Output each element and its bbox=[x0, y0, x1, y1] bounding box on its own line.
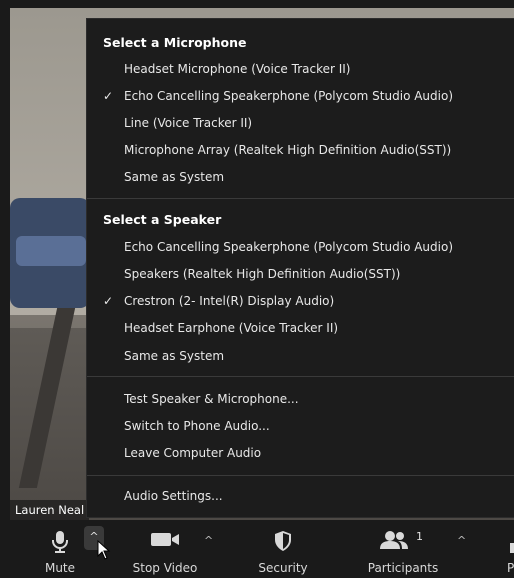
participants-count: 1 bbox=[416, 530, 423, 543]
menu-divider bbox=[87, 198, 514, 199]
speaker-option-label: Speakers (Realtek High Definition Audio(… bbox=[124, 267, 401, 281]
microphone-option[interactable]: Line (Voice Tracker II) bbox=[87, 111, 514, 135]
menu-divider bbox=[87, 376, 514, 377]
stop-video-button[interactable]: Stop Video bbox=[125, 520, 205, 578]
speaker-option[interactable]: Same as System bbox=[87, 344, 514, 368]
audio-settings-item[interactable]: Audio Settings... bbox=[87, 484, 514, 508]
speaker-option-selected[interactable]: ✓ Crestron (2- Intel(R) Display Audio) bbox=[87, 289, 514, 313]
next-toolbar-label: P bbox=[507, 561, 514, 575]
shield-icon bbox=[273, 530, 293, 556]
speaker-option-label: Same as System bbox=[124, 349, 225, 363]
audio-menu: Select a Microphone Headset Microphone (… bbox=[86, 18, 514, 518]
speaker-section-title: Select a Speaker bbox=[103, 212, 222, 227]
security-label: Security bbox=[258, 561, 308, 575]
speaker-option[interactable]: Headset Earphone (Voice Tracker II) bbox=[87, 316, 514, 340]
meeting-toolbar: Mute Stop Video ^ Security 1 Participant… bbox=[0, 520, 514, 578]
microphone-option-label: Line (Voice Tracker II) bbox=[124, 116, 253, 130]
microphone-option-label: Microphone Array (Realtek High Definitio… bbox=[124, 143, 452, 157]
microphone-option-label: Echo Cancelling Speakerphone (Polycom St… bbox=[124, 89, 454, 103]
microphone-option-label: Headset Microphone (Voice Tracker II) bbox=[124, 62, 351, 76]
participant-name-tag: Lauren Neal bbox=[10, 500, 90, 520]
menu-action-label: Audio Settings... bbox=[124, 489, 223, 503]
mute-button[interactable]: Mute bbox=[30, 520, 90, 578]
microphone-option-selected[interactable]: ✓ Echo Cancelling Speakerphone (Polycom … bbox=[87, 84, 514, 108]
speaker-option-label: Echo Cancelling Speakerphone (Polycom St… bbox=[124, 240, 454, 254]
participants-button[interactable]: 1 Participants bbox=[358, 520, 448, 578]
menu-divider bbox=[87, 475, 514, 476]
switch-to-phone-audio-item[interactable]: Switch to Phone Audio... bbox=[87, 414, 514, 438]
stop-video-label: Stop Video bbox=[132, 561, 198, 575]
menu-action-label: Test Speaker & Microphone... bbox=[124, 392, 299, 406]
security-button[interactable]: Security bbox=[248, 520, 318, 578]
microphone-section-title: Select a Microphone bbox=[103, 35, 247, 50]
mute-label: Mute bbox=[44, 561, 76, 575]
microphone-option-label: Same as System bbox=[124, 170, 225, 184]
test-speaker-microphone-item[interactable]: Test Speaker & Microphone... bbox=[87, 387, 514, 411]
speaker-option[interactable]: Speakers (Realtek High Definition Audio(… bbox=[87, 262, 514, 286]
speaker-option-label: Headset Earphone (Voice Tracker II) bbox=[124, 321, 339, 335]
microphone-option[interactable]: Same as System bbox=[87, 165, 514, 189]
microphone-option[interactable]: Microphone Array (Realtek High Definitio… bbox=[87, 138, 514, 162]
participants-label: Participants bbox=[367, 561, 439, 575]
menu-action-label: Leave Computer Audio bbox=[124, 446, 262, 460]
mouse-cursor-icon bbox=[97, 540, 111, 560]
video-camera-icon bbox=[150, 530, 180, 552]
video-chair-highlight bbox=[16, 236, 86, 266]
microphone-option[interactable]: Headset Microphone (Voice Tracker II) bbox=[87, 57, 514, 81]
share-icon bbox=[510, 538, 514, 557]
menu-action-label: Switch to Phone Audio... bbox=[124, 419, 270, 433]
speaker-option-label: Crestron (2- Intel(R) Display Audio) bbox=[124, 294, 335, 308]
participants-icon bbox=[379, 530, 409, 554]
microphone-icon bbox=[50, 530, 70, 558]
speaker-option[interactable]: Echo Cancelling Speakerphone (Polycom St… bbox=[87, 235, 514, 259]
participants-options-caret-icon[interactable]: ^ bbox=[457, 534, 466, 547]
next-toolbar-button[interactable]: P bbox=[500, 520, 514, 578]
video-options-caret-icon[interactable]: ^ bbox=[204, 534, 213, 547]
checkmark-icon: ✓ bbox=[103, 294, 114, 308]
leave-computer-audio-item[interactable]: Leave Computer Audio bbox=[87, 441, 514, 465]
checkmark-icon: ✓ bbox=[103, 89, 114, 103]
